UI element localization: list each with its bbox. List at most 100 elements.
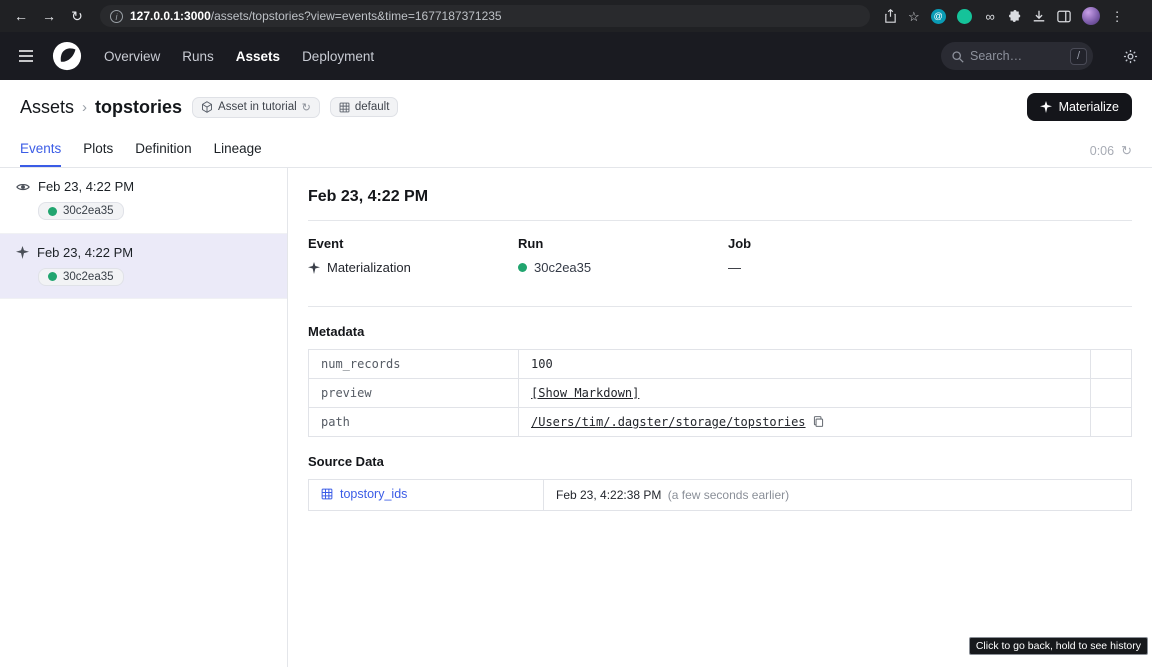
run-id-link[interactable]: 30c2ea35 <box>534 260 591 275</box>
metadata-key: path <box>309 408 519 437</box>
breadcrumb-current: topstories <box>95 97 182 118</box>
share-icon[interactable] <box>884 9 897 23</box>
metadata-section: Metadata num_records 100 preview [Show M… <box>308 324 1132 437</box>
nav-item-deployment[interactable]: Deployment <box>302 49 374 64</box>
url-host: 127.0.0.1:3000 <box>130 9 211 23</box>
metadata-heading: Metadata <box>308 324 1132 339</box>
job-column-label: Job <box>728 236 938 251</box>
metadata-key: num_records <box>309 350 519 379</box>
metadata-extra-cell <box>1091 379 1132 408</box>
metadata-key: preview <box>309 379 519 408</box>
materialize-button[interactable]: Materialize <box>1027 93 1132 121</box>
sparkle-icon <box>1040 101 1052 113</box>
run-id-tag[interactable]: 30c2ea35 <box>38 268 124 286</box>
metadata-row-preview: preview [Show Markdown] <box>309 379 1132 408</box>
event-type-value: Materialization <box>327 260 411 275</box>
downloads-icon[interactable] <box>1032 9 1046 23</box>
nav-item-runs[interactable]: Runs <box>182 49 214 64</box>
browser-menu-icon[interactable]: ⋮ <box>1111 10 1124 23</box>
upstream-asset-name: topstory_ids <box>340 487 407 501</box>
url-path: /assets/topstories?view=events&time=1677… <box>211 9 502 23</box>
materialization-sparkle-icon <box>16 246 29 259</box>
site-info-icon[interactable]: i <box>110 10 123 23</box>
run-id-label: 30c2ea35 <box>63 205 114 217</box>
tab-lineage[interactable]: Lineage <box>214 141 262 167</box>
page-header: Assets › topstories Asset in tutorial ↻ … <box>0 80 1152 134</box>
asset-tutorial-tag[interactable]: Asset in tutorial ↻ <box>192 97 320 118</box>
url-bar[interactable]: i 127.0.0.1:3000/assets/topstories?view=… <box>100 5 870 27</box>
side-panel-icon[interactable] <box>1057 10 1071 23</box>
event-time-label: Feb 23, 4:22 PM <box>37 245 133 260</box>
event-list-item-materialization[interactable]: Feb 23, 4:22 PM 30c2ea35 <box>0 234 287 300</box>
source-data-table: topstory_ids Feb 23, 4:22:38 PM (a few s… <box>308 479 1132 511</box>
run-id-label: 30c2ea35 <box>63 271 114 283</box>
asset-tabs: Events Plots Definition Lineage 0:06 ↻ <box>0 134 1152 168</box>
extensions-puzzle-icon[interactable] <box>1009 10 1021 22</box>
refresh-timer-value: 0:06 <box>1090 144 1114 158</box>
nav-item-assets[interactable]: Assets <box>236 49 280 64</box>
tab-events[interactable]: Events <box>20 141 61 167</box>
run-status-dot <box>48 207 57 216</box>
breadcrumb-separator: › <box>82 99 87 116</box>
back-button-tooltip: Click to go back, hold to see history <box>969 637 1148 655</box>
asset-cube-icon <box>201 101 213 113</box>
app-nav-bar: Overview Runs Assets Deployment / <box>0 32 1152 80</box>
run-column-label: Run <box>518 236 728 251</box>
divider <box>308 306 1132 307</box>
run-status-dot <box>48 272 57 281</box>
grammarly-extension-icon[interactable] <box>957 9 972 24</box>
source-timestamp: Feb 23, 4:22:38 PM <box>556 488 661 502</box>
refresh-timer: 0:06 ↻ <box>1090 143 1132 167</box>
reload-repo-icon[interactable]: ↻ <box>302 101 311 114</box>
run-status-dot <box>518 263 527 272</box>
forward-icon[interactable]: → <box>38 0 60 32</box>
asset-tutorial-tag-label: Asset in tutorial <box>218 101 297 113</box>
job-column: Job — <box>728 236 938 275</box>
metadata-table: num_records 100 preview [Show Markdown] … <box>308 349 1132 437</box>
source-data-section: Source Data topstory_ids Feb 23, 4:22:38… <box>308 454 1132 511</box>
source-timestamp-note: (a few seconds earlier) <box>668 488 789 502</box>
metadata-row-path: path /Users/tim/.dagster/storage/topstor… <box>309 408 1132 437</box>
show-markdown-link[interactable]: [Show Markdown] <box>531 386 639 400</box>
search-box[interactable]: / <box>941 42 1093 70</box>
refresh-icon[interactable]: ↻ <box>1121 143 1132 159</box>
job-value: — <box>728 260 938 275</box>
event-detail-panel: Feb 23, 4:22 PM Event Materialization Ru… <box>288 168 1152 667</box>
dagster-logo[interactable] <box>52 41 82 71</box>
path-link[interactable]: /Users/tim/.dagster/storage/topstories <box>531 415 806 429</box>
breadcrumb-assets[interactable]: Assets <box>20 97 74 118</box>
extension-badge-at[interactable]: @ <box>931 9 946 24</box>
materialize-button-label: Materialize <box>1059 100 1119 114</box>
settings-gear-icon[interactable] <box>1123 49 1138 64</box>
tab-definition[interactable]: Definition <box>135 141 191 167</box>
event-column: Event Materialization <box>308 236 518 275</box>
search-icon <box>951 50 964 63</box>
copy-path-icon[interactable] <box>812 415 825 428</box>
chrome-toolbar-icons: ☆ @ ∞ ⋮ <box>882 7 1126 25</box>
group-default-tag[interactable]: default <box>330 97 399 117</box>
reload-icon[interactable]: ↻ <box>66 0 88 32</box>
event-column-label: Event <box>308 236 518 251</box>
back-icon[interactable]: ← <box>10 0 32 32</box>
metadata-extra-cell <box>1091 350 1132 379</box>
hamburger-menu-icon[interactable] <box>14 45 38 67</box>
source-data-heading: Source Data <box>308 454 1132 469</box>
source-data-row: topstory_ids Feb 23, 4:22:38 PM (a few s… <box>309 480 1132 511</box>
run-id-tag[interactable]: 30c2ea35 <box>38 202 124 220</box>
nav-item-overview[interactable]: Overview <box>104 49 160 64</box>
materialization-sparkle-icon <box>308 262 320 274</box>
event-list-item-observation[interactable]: Feb 23, 4:22 PM 30c2ea35 <box>0 168 287 234</box>
bookmark-star-icon[interactable]: ☆ <box>908 10 920 23</box>
event-summary-row: Event Materialization Run 30c2ea35 Job — <box>308 221 1132 292</box>
group-grid-icon <box>339 102 350 113</box>
run-column: Run 30c2ea35 <box>518 236 728 275</box>
upstream-asset-link[interactable]: topstory_ids <box>321 487 407 501</box>
tab-plots[interactable]: Plots <box>83 141 113 167</box>
metadata-value: 100 <box>519 350 1091 379</box>
url-text: 127.0.0.1:3000/assets/topstories?view=ev… <box>130 9 502 23</box>
table-grid-icon <box>321 488 333 500</box>
event-time-label: Feb 23, 4:22 PM <box>38 179 134 194</box>
profile-avatar[interactable] <box>1082 7 1100 25</box>
search-input[interactable] <box>970 49 1064 63</box>
infinity-extension-icon[interactable]: ∞ <box>983 9 998 24</box>
